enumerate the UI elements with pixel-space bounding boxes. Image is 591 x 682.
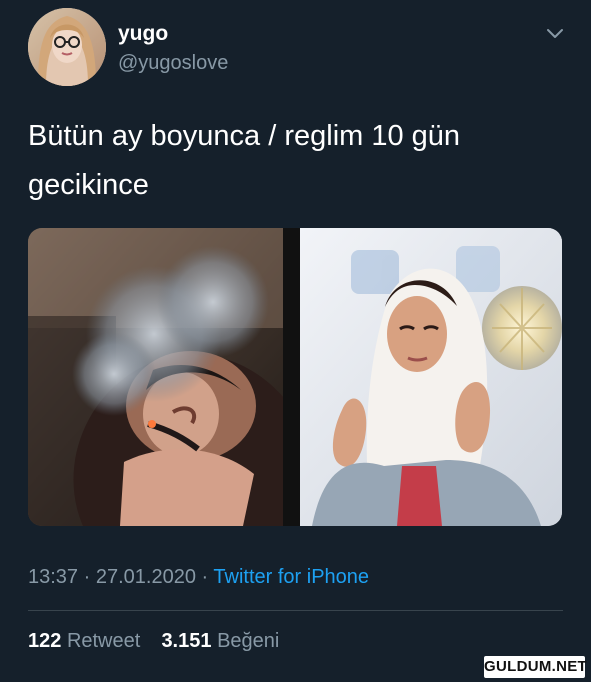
avatar-image <box>28 8 106 86</box>
tweet-text-line-1: Bütün ay boyunca / reglim 10 gün <box>28 120 461 152</box>
tweet-media[interactable] <box>28 228 562 526</box>
tweet-card: yugo @yugoslove Bütün ay boyunca / regli… <box>0 0 591 682</box>
retweet-label[interactable]: Retweet <box>67 630 140 652</box>
chevron-down-icon[interactable] <box>546 28 564 40</box>
praying-woman-image <box>296 228 562 526</box>
tweet-source[interactable]: Twitter for iPhone <box>213 566 369 588</box>
meta-separator-2: · <box>201 566 209 588</box>
retweet-count[interactable]: 122 <box>28 630 61 652</box>
tweet-date[interactable]: 27.01.2020 <box>96 566 196 588</box>
media-image-left[interactable] <box>28 228 292 526</box>
smoking-scene-image <box>28 228 292 526</box>
tweet-meta: 13:37 · 27.01.2020 · Twitter for iPhone <box>28 565 369 589</box>
tweet-text: Bütün ay boyunca / reglim 10 gün gecikin… <box>28 112 563 210</box>
avatar[interactable] <box>28 8 106 86</box>
stats-divider <box>28 610 563 611</box>
meta-separator-1: · <box>83 566 91 588</box>
user-handle[interactable]: @yugoslove <box>118 51 228 75</box>
like-label[interactable]: Beğeni <box>217 630 279 652</box>
tweet-text-line-2: gecikince <box>28 169 149 201</box>
tweet-stats: 122 Retweet 3.151 Beğeni <box>28 629 279 653</box>
tweet-time[interactable]: 13:37 <box>28 566 78 588</box>
like-count[interactable]: 3.151 <box>161 630 211 652</box>
media-image-right[interactable] <box>296 228 562 526</box>
site-watermark: GULDUM.NET <box>484 656 587 678</box>
display-name[interactable]: yugo <box>118 22 168 46</box>
